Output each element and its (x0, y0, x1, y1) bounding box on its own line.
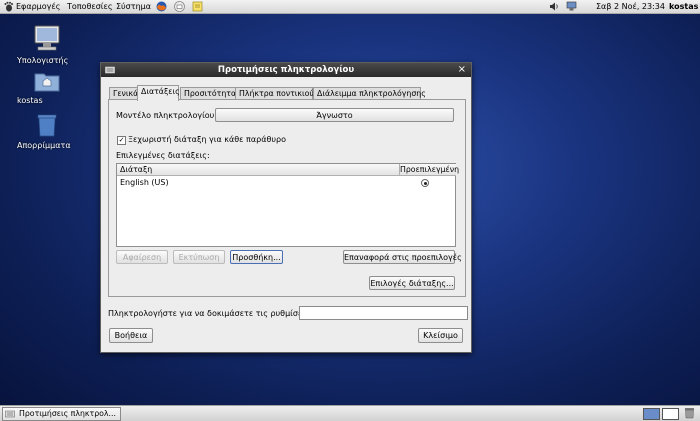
separate-layout-checkbox[interactable]: ✓ (117, 136, 126, 145)
trash-icon (36, 114, 58, 139)
workspace-2[interactable] (662, 408, 679, 420)
tab-layouts[interactable]: Διατάξεις (137, 85, 180, 101)
column-header-layout[interactable]: Διάταξη (117, 164, 399, 176)
desktop-icon-label: Υπολογιστής (17, 56, 69, 65)
test-input[interactable] (299, 306, 468, 320)
selected-layouts-label: Επιλεγμένες διατάξεις: (116, 151, 210, 160)
layouts-list[interactable]: Διάταξη Προεπιλεγμένη English (US) (116, 163, 459, 247)
menu-system[interactable]: Σύστημα (116, 1, 151, 12)
window-title: Προτιμήσεις πληκτρολογίου (217, 65, 355, 75)
trash-applet-icon[interactable] (684, 407, 695, 421)
close-button[interactable]: Κλείσιμο (418, 328, 463, 343)
window-titlebar[interactable]: Προτιμήσεις πληκτρολογίου × (101, 63, 471, 77)
keyboard-model-button[interactable]: Άγνωστο (215, 108, 454, 122)
taskbar-item[interactable]: Προτιμήσεις πληκτρολ... (2, 407, 121, 421)
user-name[interactable]: kostas (669, 1, 698, 12)
help-button[interactable]: Βοήθεια (109, 328, 153, 343)
menu-places[interactable]: Τοποθεσίες (67, 1, 113, 12)
add-button[interactable]: Προσθήκη... (230, 250, 283, 264)
computer-icon (32, 25, 62, 54)
taskbar-item-label: Προτιμήσεις πληκτρολ... (19, 409, 116, 418)
model-label: Μοντέλο πληκτρολογίου: (116, 111, 217, 120)
workspace-1[interactable] (643, 408, 660, 420)
remove-button[interactable]: Αφαίρεση (116, 250, 168, 264)
clock[interactable]: Σαβ 2 Νοέ, 23:34 (596, 1, 665, 12)
layout-name: English (US) (120, 178, 169, 187)
reset-defaults-button[interactable]: Επαναφορά στις προεπιλογές (343, 250, 462, 264)
top-panel: Εφαρμογές Τοποθεσίες Σύστημα Σαβ 2 Νοέ, … (0, 0, 700, 14)
desktop-icon-label: Απορρίμματα (17, 141, 71, 150)
bottom-panel: Προτιμήσεις πληκτρολ... (0, 405, 700, 421)
foot-logo-icon[interactable] (3, 1, 14, 12)
keyboard-icon (5, 410, 15, 420)
network-icon[interactable] (566, 1, 577, 12)
layout-options-button[interactable]: Επιλογές διάταξης... (369, 276, 455, 290)
desktop-icon-label: kostas (17, 96, 43, 105)
test-label: Πληκτρολογήστε για να δοκιμάσετε τις ρυθ… (108, 309, 313, 318)
desktop-icon-computer[interactable]: Υπολογιστής (17, 24, 77, 65)
separate-layout-label: Ξεχωριστή διάταξη για κάθε παράθυρο (128, 135, 286, 144)
home-folder-icon (34, 73, 60, 94)
close-icon[interactable]: × (458, 64, 466, 76)
desktop-icon-trash[interactable]: Απορρίμματα (17, 113, 77, 150)
menu-applications[interactable]: Εφαρμογές (16, 1, 60, 12)
volume-icon[interactable] (549, 1, 560, 12)
email-icon[interactable] (174, 1, 185, 12)
desktop-icon-home[interactable]: kostas (17, 70, 77, 105)
keyboard-preferences-window: Προτιμήσεις πληκτρολογίου × Γενικά Διατά… (100, 62, 472, 353)
print-button[interactable]: Εκτύπωση (173, 250, 225, 264)
default-radio[interactable] (421, 179, 429, 187)
table-row[interactable]: English (US) (117, 177, 455, 188)
column-header-default[interactable]: Προεπιλεγμένη (399, 164, 459, 176)
notes-icon[interactable] (192, 1, 203, 12)
firefox-icon[interactable] (156, 1, 167, 12)
